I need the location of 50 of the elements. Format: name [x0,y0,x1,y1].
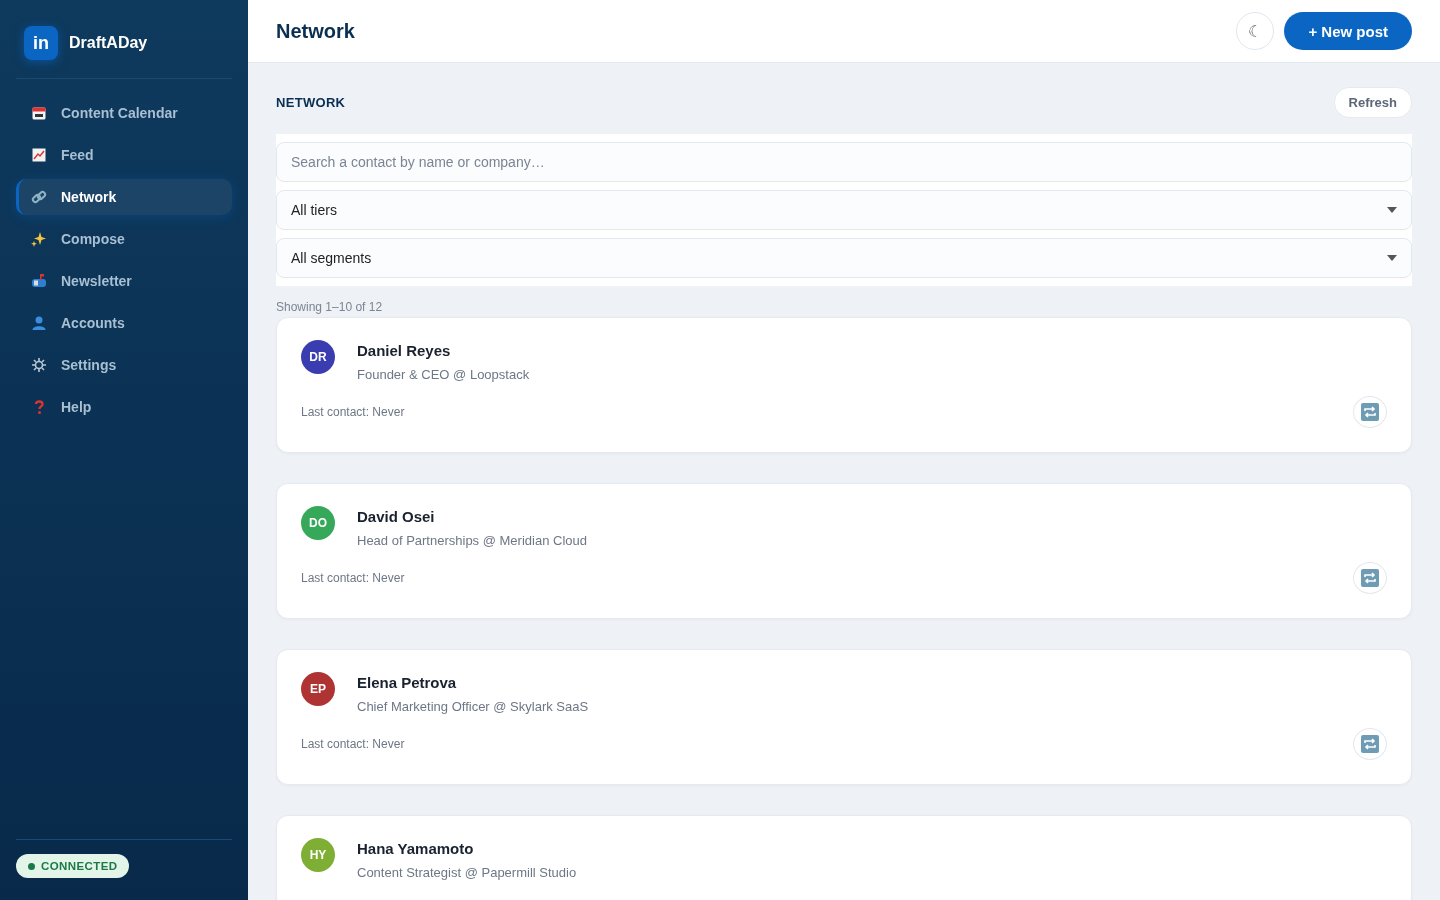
caret-icon [1387,255,1397,261]
sync-button[interactable] [1353,562,1387,594]
contact-name: David Osei [357,508,436,525]
avatar: HY [301,838,335,872]
new-post-button[interactable]: + New post [1284,12,1412,50]
contact-name: Daniel Reyes [357,342,452,359]
repeat-icon [1361,569,1379,587]
contact-title: Founder & CEO @ Loopstack [357,367,530,382]
sidebar-item[interactable]: Content Calendar [16,95,232,131]
app-logo: in [24,26,58,60]
avatar: DO [301,506,335,540]
sidebar-item[interactable]: Accounts [16,305,232,341]
gear-icon [31,357,47,373]
last-contact-text: Last contact: Never [301,405,405,419]
link-icon [31,189,47,205]
calendar-icon [31,105,47,121]
last-contact-text: Last contact: Never [301,571,405,585]
segment-dropdown[interactable]: All segments [276,238,1412,278]
sidebar-item[interactable]: Compose [16,221,232,257]
person-icon [31,315,47,331]
contact-name: Elena Petrova [357,674,458,691]
app-name: DraftADay [69,34,148,52]
repeat-icon [1361,735,1379,753]
refresh-button[interactable]: Refresh [1333,87,1412,118]
sidebar-item[interactable]: Feed [16,137,232,173]
contact-title: Head of Partnerships @ Meridian Cloud [357,533,587,548]
section-title: NETWORK [276,95,346,110]
sidebar-item[interactable]: Help [16,389,232,425]
sidebar-item[interactable]: Newsletter [16,263,232,299]
avatar: EP [301,672,335,706]
sidebar-item[interactable]: Settings [16,347,232,383]
last-contact-text: Last contact: Never [301,737,405,751]
sparkle-icon [31,231,47,247]
results-count: Showing 1–10 of 12 [276,300,384,314]
status-label: CONNECTED [41,860,118,872]
sync-button[interactable] [1353,396,1387,428]
theme-toggle-button[interactable]: ☾ [1236,12,1275,50]
contact-title: Chief Marketing Officer @ Skylark SaaS [357,699,589,714]
avatar: DR [301,340,335,374]
caret-icon [1387,207,1397,213]
contact-name: Hana Yamamoto [357,840,475,857]
search-field[interactable]: Search a contact by name or company… [276,142,1412,182]
tier-dropdown[interactable]: All tiers [276,190,1412,230]
sidebar-item[interactable]: Network [16,179,232,215]
sync-button[interactable] [1353,728,1387,760]
repeat-icon [1361,403,1379,421]
chart-icon [31,147,47,163]
contact-title: Content Strategist @ Papermill Studio [357,865,577,880]
mailbox-icon [31,273,47,289]
page-title: Network [276,19,356,43]
